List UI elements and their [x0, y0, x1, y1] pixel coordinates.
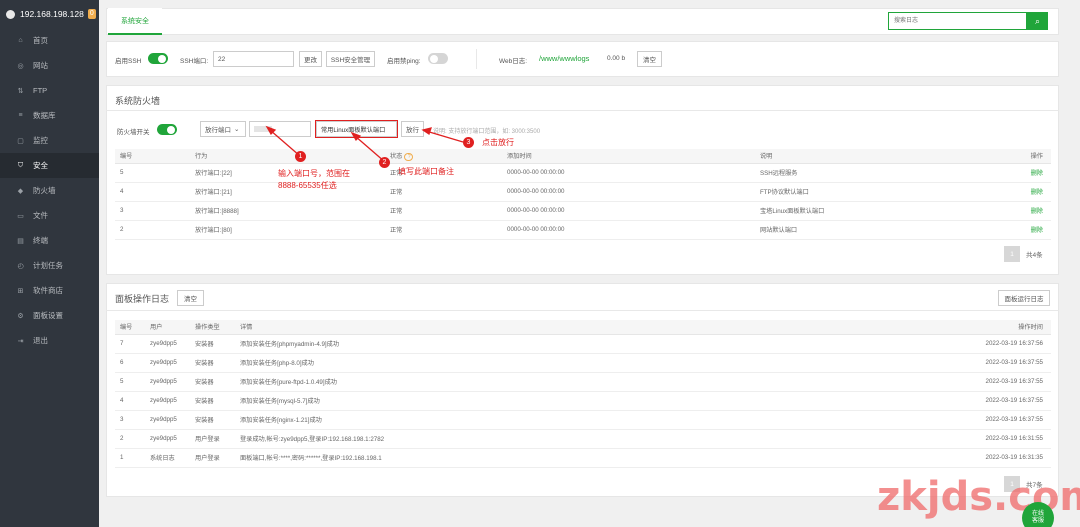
table-row: 7 zye9dpp5 安装器 添加安装任务[phpmyadmin-4.9]成功 2022… — [115, 334, 1051, 354]
table-row: 5 zye9dpp5 安装器 添加安装任务[pure-ftpd-1.0.49]成功 20… — [115, 372, 1051, 392]
table-cell: 2022-03-19 16:37:56 — [935, 334, 1051, 354]
table-cell: 系统日志 — [145, 448, 190, 468]
table-cell: 2022-03-19 16:31:55 — [935, 429, 1051, 449]
table-cell: 2022-03-19 16:37:55 — [935, 410, 1051, 430]
table-cell: 6 — [115, 353, 145, 373]
table-cell: 1 — [115, 448, 145, 468]
table-cell: zye9dpp5 — [145, 334, 190, 354]
table-cell: zye9dpp5 — [145, 391, 190, 411]
table-cell: 添加安装任务[mysql-5.7]成功 — [235, 391, 935, 411]
arrow-3-head — [421, 127, 432, 136]
column-header: 用户 — [145, 320, 190, 335]
column-header: 操作类型 — [190, 320, 235, 335]
step-1-marker: 1 — [295, 151, 306, 162]
table-cell: 2022-03-19 16:37:55 — [935, 372, 1051, 392]
table-cell: 添加安装任务[nginx-1.21]成功 — [235, 410, 935, 430]
table-cell: 登录成功,帐号:zye9dpp5,登录IP:192.168.198.1:2782 — [235, 429, 935, 449]
arrow-3 — [425, 130, 464, 143]
table-cell: 添加安装任务[php-8.0]成功 — [235, 353, 935, 373]
online-line2: 客服 — [1031, 518, 1044, 524]
table-cell: 2022-03-19 16:31:35 — [935, 448, 1051, 468]
annotation-2: 填写此端口备注 — [398, 167, 454, 176]
clear-logs-button[interactable]: 清空 — [177, 290, 204, 306]
column-header: 操作时间 — [935, 320, 1051, 335]
table-cell: 5 — [115, 372, 145, 392]
online-line1: 在线 — [1031, 511, 1044, 517]
table-row: 1 系统日志 用户登录 面板端口,帐号:****,密码:******,登录IP:192… — [115, 448, 1051, 468]
table-cell: zye9dpp5 — [145, 353, 190, 373]
table-cell: 面板端口,帐号:****,密码:******,登录IP:192.168.198.… — [235, 448, 935, 468]
step-3-marker: 3 — [463, 137, 474, 148]
table-cell: 7 — [115, 334, 145, 354]
table-cell: 4 — [115, 391, 145, 411]
table-row: 2 zye9dpp5 用户登录 登录成功,帐号:zye9dpp5,登录IP:192.1… — [115, 429, 1051, 449]
logs-title: 面板操作日志 — [115, 294, 170, 304]
table-cell: 安装器 — [190, 372, 235, 392]
table-cell: 用户登录 — [190, 429, 235, 449]
table-cell: 2022-03-19 16:37:55 — [935, 353, 1051, 373]
table-cell: 用户登录 — [190, 448, 235, 468]
table-cell: 添加安装任务[pure-ftpd-1.0.49]成功 — [235, 372, 935, 392]
online-service-button[interactable]: 在线 客服 — [1022, 502, 1054, 527]
table-cell: 安装器 — [190, 410, 235, 430]
column-header: 编号 — [115, 320, 145, 335]
table-cell: zye9dpp5 — [145, 410, 190, 430]
column-header: 详情 — [235, 320, 935, 335]
annotation-3: 点击放行 — [482, 138, 514, 147]
annotation-1-line2: 8888-65535任选 — [278, 181, 337, 190]
table-cell: 安装器 — [190, 391, 235, 411]
table-cell: 安装器 — [190, 334, 235, 354]
table-cell: 2022-03-19 16:37:55 — [935, 391, 1051, 411]
panel-run-log-button[interactable]: 面板运行日志 — [998, 290, 1050, 306]
table-cell: 安装器 — [190, 353, 235, 373]
table-cell: zye9dpp5 — [145, 372, 190, 392]
table-cell: 3 — [115, 410, 145, 430]
logs-table: 编号 用户 操作类型 详情 操作时间 7 zye9dpp5 安装器 添加安装任务[phpmya… — [115, 320, 1051, 468]
table-cell: zye9dpp5 — [145, 429, 190, 449]
table-row: 3 zye9dpp5 安装器 添加安装任务[nginx-1.21]成功 2022-03-… — [115, 410, 1051, 430]
divider — [106, 310, 1059, 311]
table-row: 6 zye9dpp5 安装器 添加安装任务[php-8.0]成功 2022-03-19 … — [115, 353, 1051, 373]
table-cell: 添加安装任务[phpmyadmin-4.9]成功 — [235, 334, 935, 354]
annotation-1-line1: 输入端口号，范围在 — [278, 169, 350, 178]
step-2-marker: 2 — [379, 157, 390, 168]
table-cell: 2 — [115, 429, 145, 449]
table-row: 4 zye9dpp5 安装器 添加安装任务[mysql-5.7]成功 2022-03-1… — [115, 391, 1051, 411]
